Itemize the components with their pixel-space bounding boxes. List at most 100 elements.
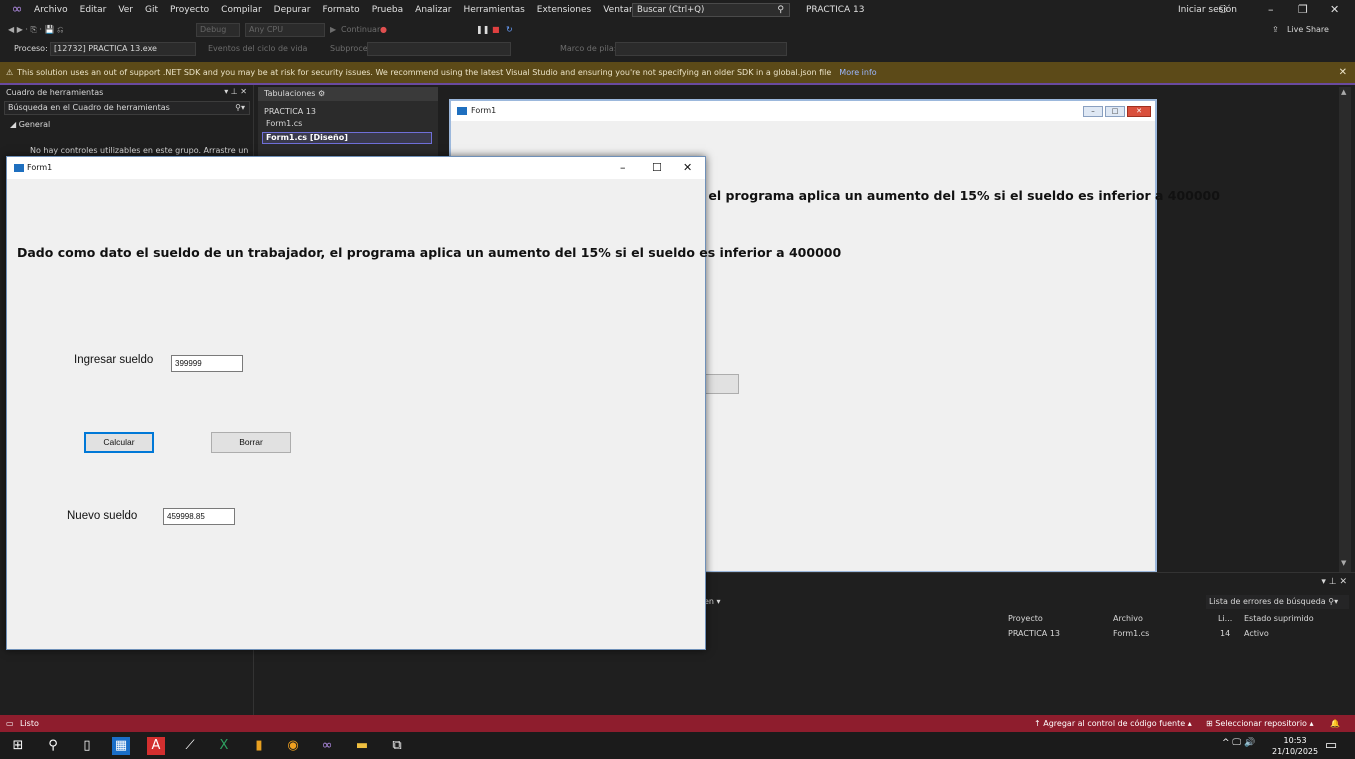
designer-title: Form1 [471, 106, 497, 115]
task-view-icon[interactable]: ▯ [78, 737, 96, 755]
column-proyecto[interactable]: Proyecto [1008, 614, 1043, 623]
app-icon-3[interactable]: ⟋ [181, 737, 199, 755]
menu-prueba[interactable]: Prueba [366, 0, 409, 20]
new-salary-output[interactable]: 459998.85 [163, 508, 235, 525]
app-icon-5[interactable]: ▮ [250, 737, 268, 755]
search-icon: ⚲▾ [1328, 597, 1339, 606]
platform-dropdown[interactable]: Any CPU [245, 23, 325, 37]
column-estado[interactable]: Estado suprimido [1244, 614, 1314, 623]
lifecycle-events[interactable]: Eventos del ciclo de vida [208, 42, 307, 56]
visual-studio-logo-icon[interactable]: ∞ [6, 0, 28, 20]
tab-item-project[interactable]: PRACTICA 13 [264, 107, 316, 116]
search-icon[interactable]: ⚲ [44, 737, 62, 755]
salary-input[interactable]: 399999 [171, 355, 243, 372]
clock-time: 10:53 [1283, 736, 1307, 745]
continue-button[interactable]: Continuar [341, 23, 380, 37]
file-explorer-icon[interactable]: ▬ [353, 737, 371, 755]
minimize-icon[interactable]: – [620, 157, 626, 179]
editor-scrollbar[interactable]: ▲ ▼ [1339, 87, 1351, 572]
app-icon-access[interactable]: A [147, 737, 165, 755]
panel-pin-close-icon[interactable]: ▾ ⊥ ✕ [1321, 577, 1347, 587]
windows-taskbar: ⊞ ⚲ ▯ ▦ A ⟋ X ▮ ◉ ∞ ▬ ⧉ ^ 🖵 🔊 10:53 21/1… [0, 732, 1355, 759]
menu-herramientas[interactable]: Herramientas [457, 0, 530, 20]
debug-location-bar: Proceso: [12732] PRACTICA 13.exe Eventos… [0, 40, 1355, 58]
thread-dropdown[interactable] [367, 42, 511, 56]
scroll-up-icon[interactable]: ▲ [1341, 88, 1346, 96]
designer-window-buttons: – □ ✕ [1083, 106, 1151, 117]
search-input[interactable]: Buscar (Ctrl+Q) ⚲ [632, 3, 790, 17]
row-estado: Activo [1244, 629, 1269, 638]
scroll-down-icon[interactable]: ▼ [1341, 559, 1346, 567]
project-title: PRACTICA 13 [806, 5, 865, 15]
live-share-button[interactable]: Live Share [1287, 23, 1329, 37]
notification-center-icon[interactable]: ▭ [1322, 737, 1340, 755]
config-dropdown[interactable]: Debug [196, 23, 240, 37]
row-proyecto: PRACTICA 13 [1008, 629, 1061, 638]
minimize-icon: – [1083, 106, 1103, 117]
minimize-icon[interactable]: – [1268, 0, 1274, 20]
new-salary-label: Nuevo sueldo [67, 510, 138, 522]
error-filter-dropdown[interactable]: en ▾ [704, 597, 721, 606]
error-search-input[interactable]: Lista de errores de búsqueda ⚲▾ [1206, 595, 1349, 609]
tray-icons[interactable]: ^ 🖵 🔊 [1222, 738, 1255, 748]
source-control-button[interactable]: ↑ Agregar al control de código fuente ▴ [1034, 715, 1192, 732]
toolbox-search-input[interactable]: Búsqueda en el Cuadro de herramientas ⚲▾ [4, 101, 250, 115]
menu-depurar[interactable]: Depurar [268, 0, 317, 20]
restore-icon[interactable]: ❐ [1298, 0, 1308, 20]
process-label: Proceso: [14, 44, 48, 53]
stack-label: Marco de pila: [560, 44, 617, 53]
designer-heading-label[interactable]: r, el programa aplica un aumento del 15%… [695, 188, 1220, 203]
menu-proyecto[interactable]: Proyecto [164, 0, 215, 20]
start-icon[interactable]: ⊞ [9, 737, 27, 755]
select-repo-label: Seleccionar repositorio [1215, 719, 1307, 728]
stack-dropdown[interactable] [615, 42, 787, 56]
menu-archivo[interactable]: Archivo [28, 0, 74, 20]
warning-icon: ⚠ [6, 68, 14, 77]
menu-ver[interactable]: Ver [112, 0, 139, 20]
menu-extensiones[interactable]: Extensiones [531, 0, 597, 20]
back-forward-icon[interactable]: ◀ ▶ · ⎘ · 💾 ⎌ [8, 23, 63, 37]
form-app-taskbar-icon[interactable]: ⧉ [388, 737, 406, 755]
clear-button[interactable]: Borrar [211, 432, 291, 453]
notifications-icon[interactable]: 🔔 [1330, 715, 1340, 732]
row-line: 14 [1220, 629, 1231, 638]
pause-icon[interactable]: ❚❚ [476, 23, 489, 37]
menu-git[interactable]: Git [139, 0, 164, 20]
taskbar-clock[interactable]: 10:53 21/10/2025 [1272, 735, 1318, 757]
search-icon: ⚲▾ [235, 103, 245, 112]
visual-studio-taskbar-icon[interactable]: ∞ [318, 737, 336, 755]
column-line[interactable]: Li... [1218, 614, 1232, 623]
close-icon[interactable]: ✕ [683, 157, 692, 179]
stop-icon[interactable]: ■ [492, 23, 500, 37]
process-dropdown[interactable]: [12732] PRACTICA 13.exe [50, 42, 196, 56]
app-icon-1[interactable]: ▦ [112, 737, 130, 755]
maximize-icon[interactable]: ☐ [652, 157, 662, 179]
more-info-link[interactable]: More info [839, 68, 876, 77]
signin-link[interactable]: Iniciar sesión [1178, 0, 1237, 20]
column-archivo[interactable]: Archivo [1113, 614, 1143, 623]
continue-icon[interactable]: ▶ [330, 23, 336, 37]
restart-icon[interactable]: ↻ [506, 23, 513, 37]
running-form-window: Form1 – ☐ ✕ Dado como dato el sueldo de … [6, 156, 841, 650]
menu-formato[interactable]: Formato [316, 0, 365, 20]
menu-compilar[interactable]: Compilar [215, 0, 268, 20]
warning-bar: ⚠ This solution uses an out of support .… [0, 62, 1355, 83]
form-icon [457, 107, 467, 115]
clock-date: 21/10/2025 [1272, 747, 1319, 756]
menu-editar[interactable]: Editar [74, 0, 113, 20]
close-icon[interactable]: ✕ [1330, 0, 1339, 20]
warning-close-icon[interactable]: ✕ [1339, 62, 1347, 83]
hot-reload-icon[interactable]: ● [380, 23, 387, 37]
toolbox-group-general[interactable]: ◢ General [10, 120, 50, 129]
toolbox-pin-close-icon[interactable]: ▾ ⊥ ✕ [224, 87, 247, 96]
select-repo-button[interactable]: ⊞ Seleccionar repositorio ▴ [1206, 715, 1314, 732]
tab-item-form-cs[interactable]: Form1.cs [266, 119, 302, 128]
account-icon[interactable]: ⚇ [1218, 0, 1228, 20]
menu-analizar[interactable]: Analizar [409, 0, 457, 20]
chrome-icon[interactable]: ◉ [284, 737, 302, 755]
tab-item-designer[interactable]: Form1.cs [Diseño] [262, 132, 432, 144]
settings-icon[interactable]: ⚙ [318, 89, 325, 98]
excel-icon[interactable]: X [215, 737, 233, 755]
toolbox-group-label: General [18, 120, 51, 129]
calculate-button[interactable]: Calcular [84, 432, 154, 453]
